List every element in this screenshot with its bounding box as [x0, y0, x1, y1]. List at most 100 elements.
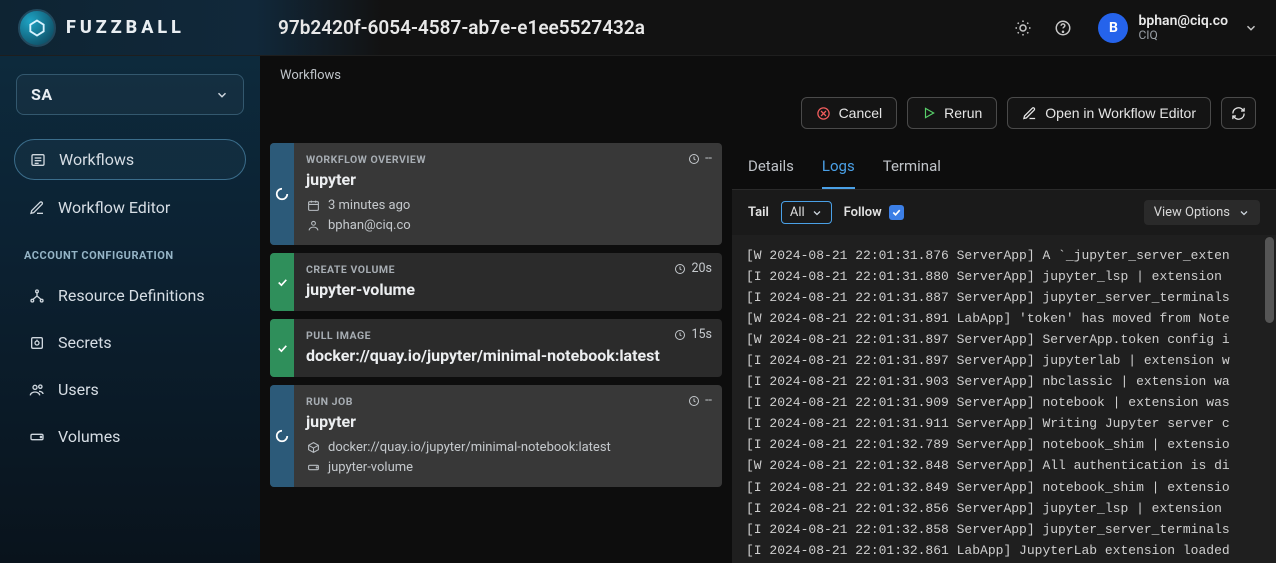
detail-panel: Details Logs Terminal Tail All Follow — [732, 143, 1276, 563]
cancel-icon — [816, 106, 831, 121]
tab-details[interactable]: Details — [748, 149, 794, 189]
rerun-button[interactable]: Rerun — [907, 97, 997, 129]
step-duration: 20s — [674, 261, 712, 276]
sidebar-item-label: Volumes — [58, 427, 120, 446]
step-card[interactable]: 15sPULL IMAGEdocker://quay.io/jupyter/mi… — [270, 319, 722, 377]
sidebar-item-label: Workflow Editor — [58, 198, 170, 217]
tail-label: Tail — [748, 205, 769, 220]
step-body: 20sCREATE VOLUME jupyter-volume — [294, 253, 722, 311]
breadcrumb[interactable]: Workflows — [280, 68, 1256, 83]
sidebar-item-users[interactable]: Users — [14, 370, 246, 409]
sidebar-item-label: Resource Definitions — [58, 286, 205, 305]
sidebar-section-label: ACCOUNT CONFIGURATION — [10, 233, 250, 270]
sidebar-item-secrets[interactable]: Secrets — [14, 323, 246, 362]
brand-badge-icon — [18, 9, 56, 47]
action-row: Cancel Rerun Open in Workflow Editor — [280, 97, 1256, 129]
edit-icon — [1022, 106, 1037, 121]
step-type: CREATE VOLUME — [306, 263, 710, 276]
step-body: 15sPULL IMAGEdocker://quay.io/jupyter/mi… — [294, 319, 722, 377]
tail-select[interactable]: All — [781, 201, 832, 224]
safe-icon — [28, 334, 46, 352]
sidebar-item-resource-definitions[interactable]: Resource Definitions — [14, 276, 246, 315]
disk-icon — [306, 461, 320, 475]
follow-checkbox[interactable] — [889, 205, 904, 220]
step-title: jupyter — [306, 412, 710, 431]
open-editor-button[interactable]: Open in Workflow Editor — [1007, 97, 1211, 129]
clock-icon — [674, 263, 686, 275]
edit-icon — [28, 199, 46, 217]
content: Workflows Cancel Rerun — [260, 56, 1276, 563]
cancel-button[interactable]: Cancel — [801, 97, 898, 129]
step-status-icon — [270, 319, 294, 377]
avatar: B — [1098, 13, 1128, 43]
button-label: Rerun — [944, 105, 982, 121]
step-meta-text: bphan@ciq.co — [328, 218, 411, 233]
user-icon — [306, 219, 320, 233]
users-icon — [28, 381, 46, 399]
steps-column: --WORKFLOW OVERVIEWjupyter3 minutes agob… — [270, 143, 722, 563]
view-options-label: View Options — [1154, 205, 1230, 220]
step-type: WORKFLOW OVERVIEW — [306, 153, 710, 166]
sidebar-item-label: Secrets — [58, 333, 112, 352]
chevron-down-icon — [1244, 21, 1258, 35]
step-meta-text: jupyter-volume — [328, 460, 413, 475]
step-meta-text: docker://quay.io/jupyter/minimal-noteboo… — [328, 440, 611, 455]
refresh-button[interactable] — [1221, 97, 1256, 129]
calendar-icon — [306, 199, 320, 213]
step-card[interactable]: 20sCREATE VOLUME jupyter-volume — [270, 253, 722, 311]
step-status-icon — [270, 385, 294, 487]
step-body: --RUN JOB jupyter docker://quay.io/jupyter… — [294, 385, 722, 487]
step-status-icon — [270, 143, 294, 245]
logs-toolbar: Tail All Follow View Options — [732, 190, 1276, 235]
step-duration: -- — [688, 151, 712, 166]
clock-icon — [688, 395, 700, 407]
chevron-down-icon — [811, 207, 823, 219]
step-meta-row: jupyter-volume — [306, 460, 710, 475]
help-icon[interactable] — [1046, 11, 1080, 45]
step-title: jupyter — [306, 170, 710, 189]
account-selector-value: SA — [31, 85, 53, 104]
step-duration: -- — [688, 393, 712, 408]
clock-icon — [674, 329, 686, 341]
disk-icon — [28, 428, 46, 446]
brand-name: FUZZBALL — [66, 17, 185, 38]
user-email: bphan@ciq.co — [1138, 13, 1228, 29]
cube-icon — [306, 441, 320, 455]
step-status-icon — [270, 253, 294, 311]
step-card[interactable]: --WORKFLOW OVERVIEW jupyter 3 minutes ago b… — [270, 143, 722, 245]
hierarchy-icon — [28, 287, 46, 305]
theme-toggle-icon[interactable] — [1006, 11, 1040, 45]
button-label: Open in Workflow Editor — [1045, 105, 1196, 121]
tab-logs[interactable]: Logs — [822, 149, 855, 189]
tail-value: All — [790, 205, 805, 220]
user-org: CIQ — [1138, 29, 1228, 43]
step-meta-row: 3 minutes ago — [306, 198, 710, 213]
sidebar-item-workflow-editor[interactable]: Workflow Editor — [14, 188, 246, 227]
refresh-icon — [1231, 106, 1246, 121]
sidebar-item-volumes[interactable]: Volumes — [14, 417, 246, 456]
check-icon — [891, 207, 902, 218]
sidebar-item-workflows[interactable]: Workflows — [14, 139, 246, 180]
list-icon — [29, 151, 47, 169]
log-output[interactable]: [W 2024-08-21 22:01:31.876 ServerApp] A … — [732, 235, 1276, 563]
sidebar: SA Workflows Workflow Editor ACCOUNT CON… — [0, 56, 260, 563]
chevron-down-icon — [215, 88, 229, 102]
step-title: jupyter-volume — [306, 280, 710, 299]
topbar: FUZZBALL 97b2420f-6054-4587-ab7e-e1ee552… — [0, 0, 1276, 56]
step-duration: 15s — [674, 327, 712, 342]
sidebar-item-label: Workflows — [59, 150, 134, 169]
workflow-id: 97b2420f-6054-4587-ab7e-e1ee5527432a — [278, 16, 645, 39]
sidebar-item-label: Users — [58, 380, 99, 399]
step-body: --WORKFLOW OVERVIEW jupyter 3 minutes ago b… — [294, 143, 722, 245]
view-options-button[interactable]: View Options — [1144, 200, 1260, 225]
account-selector[interactable]: SA — [16, 74, 244, 115]
tab-terminal[interactable]: Terminal — [883, 149, 941, 189]
step-card[interactable]: --RUN JOB jupyter docker://quay.io/jupyter… — [270, 385, 722, 487]
step-type: RUN JOB — [306, 395, 710, 408]
panel-tabs: Details Logs Terminal — [732, 143, 1276, 190]
play-icon — [922, 106, 936, 120]
brand-logo[interactable]: FUZZBALL — [18, 9, 258, 47]
user-menu[interactable]: B bphan@ciq.co CIQ — [1098, 13, 1258, 43]
follow-label: Follow — [844, 205, 882, 220]
step-title: docker://quay.io/jupyter/minimal-noteboo… — [306, 346, 710, 365]
